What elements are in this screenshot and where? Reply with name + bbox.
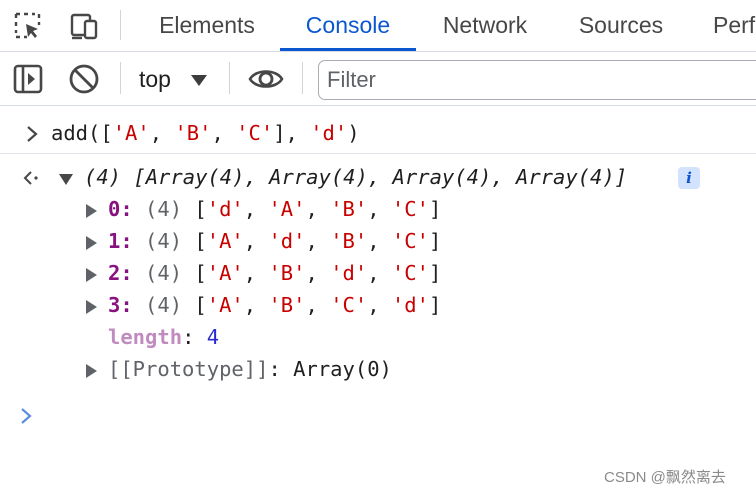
chevron-right-icon <box>27 126 38 142</box>
fn-name: add <box>51 121 89 145</box>
length-value: 4 <box>206 325 220 349</box>
expand-triangle-icon[interactable] <box>86 236 97 250</box>
array-entry-row[interactable]: 1: (4) ['A', 'd', 'B', 'C'] <box>0 226 756 258</box>
expand-triangle-icon[interactable] <box>86 364 97 378</box>
expand-triangle-icon[interactable] <box>86 268 97 282</box>
prompt-chevron-icon <box>21 408 32 424</box>
console-result-summary[interactable]: (4) [Array(4), Array(4), Array(4), Array… <box>0 162 756 194</box>
array-entry-row[interactable]: 3: (4) ['A', 'B', 'C', 'd'] <box>0 290 756 322</box>
caret-down-icon <box>191 75 207 86</box>
tab-sources[interactable]: Sources <box>577 0 665 51</box>
tab-performance[interactable]: Perf <box>713 0 756 51</box>
toolbar-divider <box>229 62 230 94</box>
entry-index: 3 <box>108 293 121 317</box>
inspect-element-icon[interactable] <box>12 10 44 42</box>
clear-console-icon[interactable] <box>67 62 101 96</box>
sidebar-toggle-icon[interactable] <box>11 62 45 96</box>
console-line-divider <box>0 153 756 154</box>
info-badge-icon[interactable]: i <box>678 167 700 189</box>
console-prompt[interactable] <box>0 400 756 432</box>
tab-network[interactable]: Network <box>440 0 530 51</box>
console-toolbar: top <box>0 52 756 106</box>
collapse-triangle-icon[interactable] <box>59 174 73 185</box>
expand-triangle-icon[interactable] <box>86 204 97 218</box>
console-output: add(['A', 'B', 'C'], 'd') (4) [Array(4),… <box>0 106 756 496</box>
array-entry-row[interactable]: 2: (4) ['A', 'B', 'd', 'C'] <box>0 258 756 290</box>
tab-divider <box>120 10 121 40</box>
prototype-key: [[Prototype]] <box>108 357 269 381</box>
entry-length: (4) <box>145 293 183 317</box>
expand-triangle-icon[interactable] <box>86 300 97 314</box>
result-arrow-icon <box>23 171 38 185</box>
console-input-line: add(['A', 'B', 'C'], 'd') <box>0 118 756 150</box>
arg-string: 'B' <box>174 121 212 145</box>
tab-elements[interactable]: Elements <box>158 0 256 51</box>
filter-input[interactable] <box>318 60 756 100</box>
eye-icon[interactable] <box>247 62 285 96</box>
array-entry-row[interactable]: 0: (4) ['d', 'A', 'B', 'C'] <box>0 194 756 226</box>
toolbar-divider <box>120 62 121 94</box>
entry-index: 0 <box>108 197 121 221</box>
watermark: CSDN @飘然离去 <box>604 469 726 486</box>
length-key: length <box>108 325 183 349</box>
prototype-row[interactable]: [[Prototype]]: Array(0) <box>0 354 756 386</box>
arg-string: 'A' <box>112 121 150 145</box>
context-label: top <box>139 66 171 92</box>
entry-length: (4) <box>145 261 183 285</box>
console-input-code[interactable]: add(['A', 'B', 'C'], 'd') <box>51 121 360 145</box>
toolbar-divider <box>302 62 303 94</box>
entry-length: (4) <box>145 229 183 253</box>
device-toggle-icon[interactable] <box>68 10 100 42</box>
prototype-value: Array(0) <box>293 357 392 381</box>
entry-index: 1 <box>108 229 121 253</box>
arg-string: 'd' <box>310 121 348 145</box>
length-property-row: length: 4 <box>108 325 220 349</box>
tab-console[interactable]: Console <box>280 0 416 51</box>
entry-index: 2 <box>108 261 121 285</box>
result-summary-text: (4) [Array(4), Array(4), Array(4), Array… <box>84 165 628 189</box>
entry-length: (4) <box>145 197 183 221</box>
devtools-tab-bar: Elements Console Network Sources Perf <box>0 0 756 52</box>
context-selector[interactable]: top <box>132 60 216 98</box>
arg-string: 'C' <box>236 121 274 145</box>
